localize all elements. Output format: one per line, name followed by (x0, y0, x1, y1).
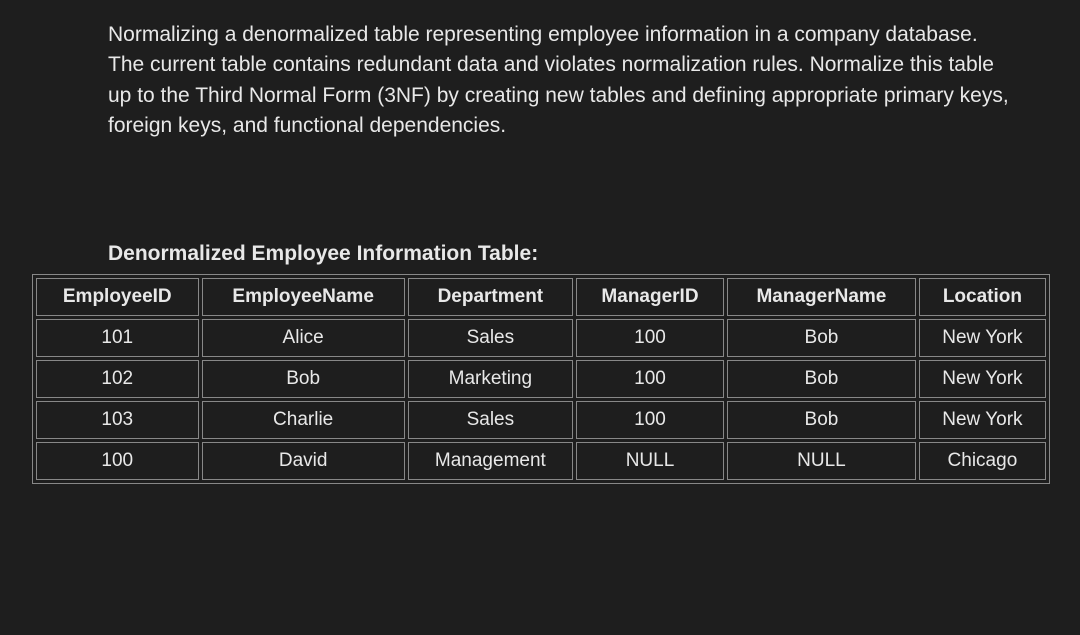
cell: NULL (576, 442, 724, 480)
cell: Marketing (408, 360, 573, 398)
cell: NULL (727, 442, 916, 480)
cell: Management (408, 442, 573, 480)
cell: 100 (576, 401, 724, 439)
cell: New York (919, 401, 1046, 439)
table-row: 101 Alice Sales 100 Bob New York (36, 319, 1046, 357)
cell: New York (919, 360, 1046, 398)
header-employeename: EmployeeName (202, 278, 405, 316)
problem-description: Normalizing a denormalized table represe… (108, 20, 1010, 142)
cell: 100 (576, 360, 724, 398)
cell: Chicago (919, 442, 1046, 480)
cell: Bob (202, 360, 405, 398)
header-location: Location (919, 278, 1046, 316)
header-department: Department (408, 278, 573, 316)
cell: Bob (727, 319, 916, 357)
cell: Bob (727, 401, 916, 439)
table-title: Denormalized Employee Information Table: (108, 242, 1050, 266)
cell: New York (919, 319, 1046, 357)
cell: David (202, 442, 405, 480)
cell: Charlie (202, 401, 405, 439)
cell: Bob (727, 360, 916, 398)
cell: 103 (36, 401, 199, 439)
header-employeeid: EmployeeID (36, 278, 199, 316)
table-row: 102 Bob Marketing 100 Bob New York (36, 360, 1046, 398)
header-managername: ManagerName (727, 278, 916, 316)
cell: 100 (36, 442, 199, 480)
employee-table: EmployeeID EmployeeName Department Manag… (32, 274, 1050, 484)
table-header-row: EmployeeID EmployeeName Department Manag… (36, 278, 1046, 316)
cell: Sales (408, 401, 573, 439)
cell: Alice (202, 319, 405, 357)
cell: Sales (408, 319, 573, 357)
cell: 102 (36, 360, 199, 398)
header-managerid: ManagerID (576, 278, 724, 316)
cell: 101 (36, 319, 199, 357)
table-row: 100 David Management NULL NULL Chicago (36, 442, 1046, 480)
table-row: 103 Charlie Sales 100 Bob New York (36, 401, 1046, 439)
cell: 100 (576, 319, 724, 357)
